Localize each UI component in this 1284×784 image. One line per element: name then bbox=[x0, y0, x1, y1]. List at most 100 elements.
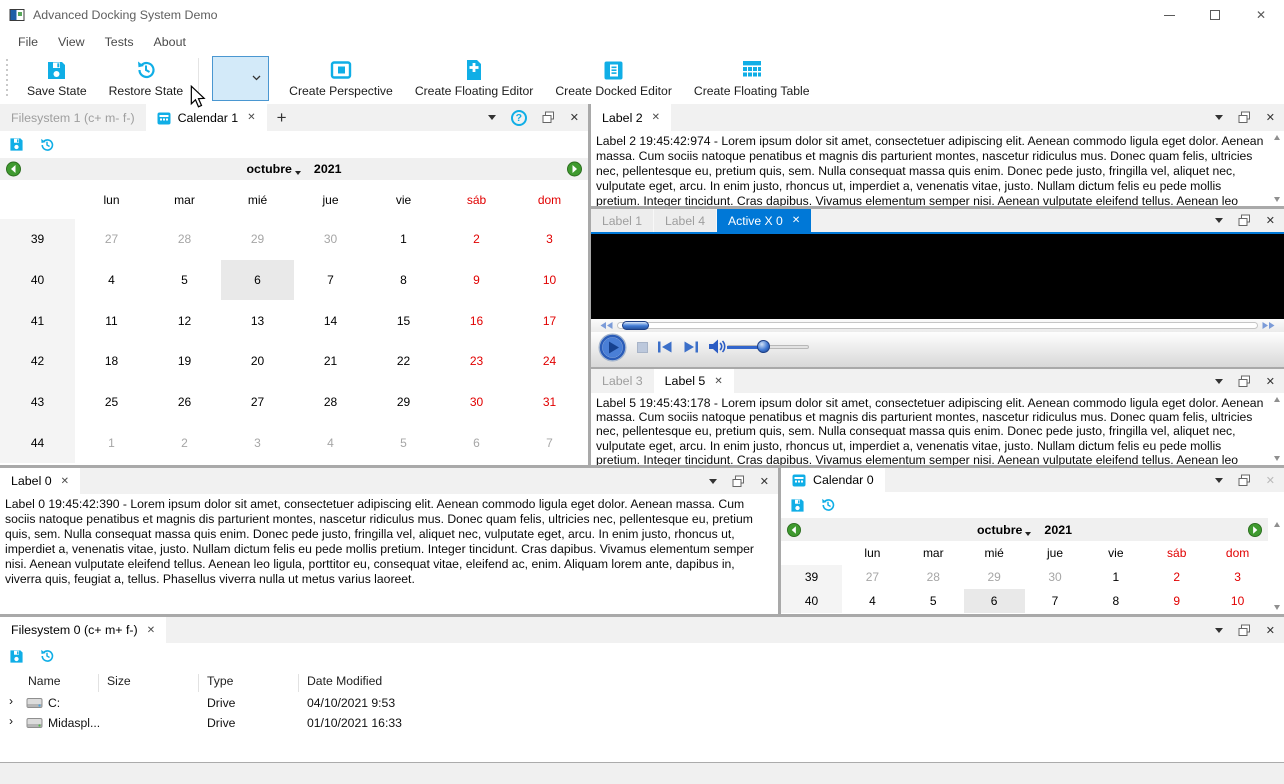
column-separator[interactable] bbox=[98, 674, 99, 692]
float-icon[interactable] bbox=[542, 111, 555, 124]
calendar-day[interactable]: 2 bbox=[148, 422, 221, 463]
filesystem-row[interactable]: › Midaspl... Drive 01/10/2021 16:33 bbox=[0, 713, 1284, 733]
calendar-day[interactable]: 2 bbox=[1146, 565, 1207, 589]
previous-button[interactable] bbox=[657, 340, 673, 354]
next-month-button[interactable] bbox=[567, 161, 582, 177]
history-icon[interactable] bbox=[820, 497, 836, 513]
save-icon[interactable] bbox=[790, 498, 805, 513]
tab-menu-icon[interactable] bbox=[1214, 115, 1223, 120]
panel-close-icon[interactable]: ✕ bbox=[1266, 111, 1275, 124]
calendar-day[interactable]: 27 bbox=[842, 565, 903, 589]
maximize-button[interactable] bbox=[1192, 0, 1238, 30]
volume-thumb[interactable] bbox=[757, 340, 770, 353]
calendar-day[interactable]: 28 bbox=[148, 219, 221, 260]
menu-view[interactable]: View bbox=[48, 35, 95, 49]
rewind-icon[interactable] bbox=[600, 322, 613, 329]
scroll-up-icon[interactable] bbox=[1274, 397, 1280, 402]
calendar-day[interactable]: 4 bbox=[842, 589, 903, 613]
tab-filesystem-1[interactable]: Filesystem 1 (c+ m- f-) bbox=[0, 104, 146, 131]
panel-close-icon[interactable]: ✕ bbox=[760, 475, 769, 488]
calendar-day[interactable]: 8 bbox=[367, 260, 440, 301]
tab-close-icon[interactable]: ✕ bbox=[652, 112, 660, 123]
expand-chevron-icon[interactable]: › bbox=[9, 714, 13, 728]
tab-close-icon[interactable]: ✕ bbox=[147, 625, 155, 636]
float-icon[interactable] bbox=[1238, 474, 1251, 487]
calendar-year-label[interactable]: 2021 bbox=[1044, 523, 1072, 537]
calendar-day[interactable]: 9 bbox=[1146, 589, 1207, 613]
scroll-down-icon[interactable] bbox=[1274, 605, 1280, 610]
seek-track[interactable] bbox=[617, 322, 1258, 329]
tab-label-4[interactable]: Label 4 bbox=[653, 209, 717, 232]
calendar-day[interactable]: 4 bbox=[75, 260, 148, 301]
calendar-day[interactable]: 21 bbox=[294, 341, 367, 382]
calendar-day[interactable]: 27 bbox=[75, 219, 148, 260]
scroll-up-icon[interactable] bbox=[1274, 135, 1280, 140]
calendar-year-label[interactable]: 2021 bbox=[314, 162, 342, 176]
scroll-up-icon[interactable] bbox=[1274, 522, 1280, 527]
column-header-size[interactable]: Size bbox=[107, 674, 131, 688]
close-button[interactable]: ✕ bbox=[1238, 0, 1284, 30]
panel-close-icon[interactable]: ✕ bbox=[1266, 214, 1275, 227]
calendar-day[interactable]: 1 bbox=[1085, 565, 1146, 589]
calendar-day[interactable]: 29 bbox=[221, 219, 294, 260]
tab-close-icon[interactable]: ✕ bbox=[792, 215, 800, 226]
float-icon[interactable] bbox=[1238, 111, 1251, 124]
perspective-combo[interactable] bbox=[212, 56, 270, 101]
calendar-day[interactable]: 20 bbox=[221, 341, 294, 382]
fs-name-cell[interactable]: C: bbox=[48, 696, 60, 710]
minimize-button[interactable] bbox=[1146, 0, 1192, 30]
tab-label-5[interactable]: Label 5 ✕ bbox=[653, 369, 734, 393]
save-state-button[interactable]: Save State bbox=[16, 53, 98, 104]
tab-menu-icon[interactable] bbox=[487, 115, 496, 120]
calendar-day[interactable]: 4 bbox=[294, 422, 367, 463]
menu-about[interactable]: About bbox=[144, 35, 196, 49]
help-icon[interactable]: ? bbox=[510, 109, 527, 126]
expand-chevron-icon[interactable]: › bbox=[9, 694, 13, 708]
menu-tests[interactable]: Tests bbox=[95, 35, 144, 49]
calendar-day[interactable]: 7 bbox=[294, 260, 367, 301]
calendar-day[interactable]: 26 bbox=[148, 382, 221, 423]
create-floating-editor-button[interactable]: Create Floating Editor bbox=[404, 53, 545, 104]
panel-close-icon[interactable]: ✕ bbox=[1266, 624, 1275, 637]
float-icon[interactable] bbox=[1238, 214, 1251, 227]
calendar-day[interactable]: 25 bbox=[75, 382, 148, 423]
column-header-type[interactable]: Type bbox=[207, 674, 233, 688]
calendar-day[interactable]: 29 bbox=[367, 382, 440, 423]
calendar-day[interactable]: 30 bbox=[294, 219, 367, 260]
tab-calendar-1[interactable]: Calendar 1 ✕ bbox=[145, 104, 267, 131]
tab-menu-icon[interactable] bbox=[708, 478, 717, 484]
calendar-day[interactable]: 1 bbox=[367, 219, 440, 260]
tab-label-1[interactable]: Label 1 bbox=[591, 209, 654, 232]
panel-close-icon[interactable]: ✕ bbox=[1266, 474, 1275, 487]
calendar-day[interactable]: 18 bbox=[75, 341, 148, 382]
calendar-day[interactable]: 3 bbox=[513, 219, 586, 260]
calendar-day[interactable]: 7 bbox=[513, 422, 586, 463]
seek-thumb[interactable] bbox=[622, 321, 649, 330]
calendar-day[interactable]: 6 bbox=[963, 589, 1025, 613]
history-icon[interactable] bbox=[39, 137, 55, 153]
calendar-day[interactable]: 10 bbox=[1207, 589, 1268, 613]
save-icon[interactable] bbox=[9, 649, 24, 664]
calendar-day[interactable]: 3 bbox=[1207, 565, 1268, 589]
tab-label-2[interactable]: Label 2 ✕ bbox=[591, 104, 672, 131]
toolbar-drag-handle[interactable] bbox=[5, 59, 10, 98]
calendar-day[interactable]: 28 bbox=[903, 565, 964, 589]
calendar-day[interactable]: 8 bbox=[1085, 589, 1146, 613]
column-separator[interactable] bbox=[298, 674, 299, 692]
calendar-day[interactable]: 11 bbox=[75, 300, 148, 341]
add-tab-button[interactable]: + bbox=[267, 104, 297, 131]
create-floating-table-button[interactable]: Create Floating Table bbox=[683, 53, 821, 104]
calendar-day[interactable]: 15 bbox=[367, 300, 440, 341]
tab-active-x-0[interactable]: Active X 0 ✕ bbox=[716, 209, 812, 232]
calendar-day[interactable]: 17 bbox=[513, 300, 586, 341]
calendar-day[interactable]: 7 bbox=[1025, 589, 1086, 613]
menu-file[interactable]: File bbox=[8, 35, 48, 49]
calendar-month-label[interactable]: octubre bbox=[246, 162, 291, 176]
volume-icon[interactable] bbox=[708, 337, 727, 356]
prev-month-button[interactable] bbox=[6, 161, 21, 177]
calendar-day[interactable]: 3 bbox=[221, 422, 294, 463]
calendar-day[interactable]: 31 bbox=[513, 382, 586, 423]
scroll-down-icon[interactable] bbox=[1274, 456, 1280, 461]
calendar-day[interactable]: 27 bbox=[221, 382, 294, 423]
float-icon[interactable] bbox=[1238, 375, 1251, 388]
